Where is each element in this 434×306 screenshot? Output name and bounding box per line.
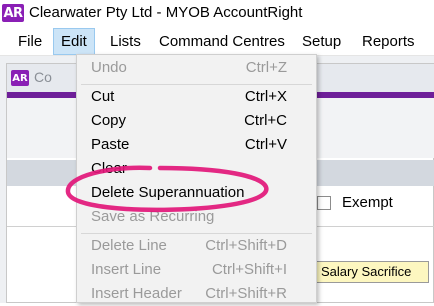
- menu-item-label: Undo: [91, 59, 127, 76]
- salary-sacrifice-cell[interactable]: Salary Sacrifice: [315, 261, 429, 283]
- menu-item-label: Save as Recurring: [91, 208, 215, 225]
- menu-item-label: Copy: [91, 112, 127, 129]
- exempt-checkbox[interactable]: [317, 196, 331, 210]
- menu-setup[interactable]: Setup: [295, 28, 348, 55]
- menu-item-shortcut: Ctrl+Shift+R: [205, 285, 287, 302]
- menu-item-label: Insert Header: [91, 285, 182, 302]
- menu-item-undo[interactable]: Undo Ctrl+Z: [77, 56, 318, 80]
- menu-item-insert-line[interactable]: Insert Line Ctrl+Shift+I: [77, 258, 318, 282]
- menu-file[interactable]: File: [11, 28, 49, 55]
- menu-item-label: Clear: [91, 160, 127, 177]
- app-logo: AR: [2, 4, 24, 22]
- menu-item-shortcut: Ctrl+X: [244, 88, 287, 105]
- menu-item-shortcut: Ctrl+Shift+I: [211, 261, 287, 278]
- menu-item-copy[interactable]: Copy Ctrl+C: [77, 109, 318, 133]
- menu-item-label: Delete Line: [91, 237, 167, 254]
- title-bar: AR Clearwater Pty Ltd - MYOB AccountRigh…: [0, 0, 434, 28]
- menu-item-label: Delete Superannuation: [91, 184, 245, 201]
- window-title: Clearwater Pty Ltd - MYOB AccountRight: [29, 4, 303, 21]
- menu-item-cut[interactable]: Cut Ctrl+X: [77, 85, 318, 109]
- menu-edit[interactable]: Edit: [53, 28, 95, 55]
- menu-item-delete-superannuation[interactable]: Delete Superannuation: [77, 181, 318, 205]
- menu-bar: File Edit Lists Command Centres Setup Re…: [0, 28, 434, 56]
- menu-item-save-as-recurring[interactable]: Save as Recurring: [77, 205, 318, 229]
- document-window-title: Co: [34, 69, 52, 85]
- menu-item-shortcut: Ctrl+C: [244, 112, 287, 129]
- menu-item-label: Insert Line: [91, 261, 162, 278]
- menu-lists[interactable]: Lists: [103, 28, 148, 55]
- document-window-logo: AR: [11, 70, 29, 86]
- menu-item-shortcut: Ctrl+Z: [245, 59, 287, 76]
- exempt-label: Exempt: [342, 194, 393, 211]
- menu-item-insert-header[interactable]: Insert Header Ctrl+Shift+R: [77, 282, 318, 306]
- menu-reports[interactable]: Reports: [355, 28, 422, 55]
- menu-item-label: Paste: [91, 136, 130, 153]
- menu-item-label: Cut: [91, 88, 115, 105]
- menu-item-clear[interactable]: Clear: [77, 157, 318, 181]
- edit-menu-dropdown: Undo Ctrl+Z Cut Ctrl+X Copy Ctrl+C Paste…: [76, 54, 317, 303]
- menu-command-centres[interactable]: Command Centres: [152, 28, 292, 55]
- menu-item-shortcut: Ctrl+V: [244, 136, 287, 153]
- menu-item-paste[interactable]: Paste Ctrl+V: [77, 133, 318, 157]
- menu-item-shortcut: Ctrl+Shift+D: [205, 237, 287, 254]
- menu-item-delete-line[interactable]: Delete Line Ctrl+Shift+D: [77, 234, 318, 258]
